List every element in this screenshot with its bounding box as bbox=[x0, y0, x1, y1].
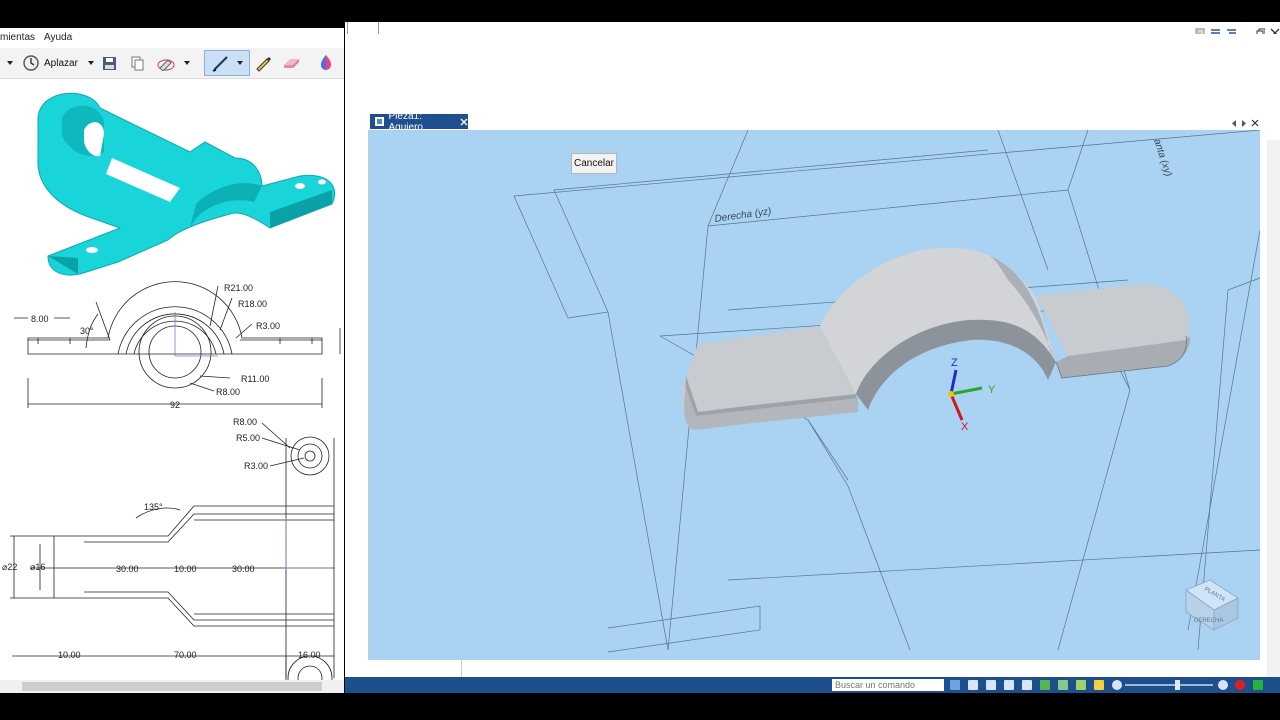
axis-y-label: Y bbox=[988, 384, 996, 396]
save-button[interactable] bbox=[100, 52, 118, 74]
tab-document[interactable]: Pieza1: Agujero bbox=[370, 111, 468, 133]
save-icon bbox=[102, 56, 116, 70]
view-icon[interactable] bbox=[1040, 680, 1050, 690]
dim-dia22: ⌀22 bbox=[2, 562, 17, 572]
pen-tool-button[interactable] bbox=[204, 50, 250, 76]
dim-r18: R18.00 bbox=[238, 299, 267, 309]
zoom-window-icon[interactable] bbox=[968, 680, 978, 690]
scene: Derecha (yz) anta (xy) Z Y X PLANTA DERE… bbox=[513, 130, 1260, 653]
menu-tools[interactable]: mientas bbox=[0, 32, 35, 43]
zoom-out-icon[interactable] bbox=[1112, 680, 1122, 690]
snap-icon[interactable] bbox=[1076, 680, 1086, 690]
postpone-label: Aplazar bbox=[44, 57, 78, 69]
3d-viewport[interactable]: Derecha (yz) anta (xy) Z Y X PLANTA DERE… bbox=[368, 130, 1260, 660]
upload-icon[interactable] bbox=[1253, 680, 1263, 690]
dim-dia16: ⌀16 bbox=[30, 562, 45, 572]
chevron-down-icon bbox=[184, 61, 190, 65]
dim-angle-135: 135° bbox=[144, 502, 163, 512]
pen-icon bbox=[212, 56, 228, 72]
plane-label-right: Derecha (yz) bbox=[714, 206, 772, 225]
drawing-canvas[interactable]: R21.00 R18.00 R3.00 8.00 30° R11.00 R8.0… bbox=[0, 78, 344, 680]
chevron-right-icon[interactable] bbox=[1241, 119, 1247, 127]
postpone-button[interactable]: Aplazar bbox=[22, 52, 96, 74]
zoom-extents-icon[interactable] bbox=[1004, 680, 1014, 690]
plan-view bbox=[10, 422, 335, 680]
dim-10-mid: 10.00 bbox=[174, 564, 197, 574]
cancel-button[interactable]: Cancelar bbox=[571, 153, 617, 174]
dim-30-left: 30.00 bbox=[116, 564, 139, 574]
close-icon[interactable] bbox=[460, 118, 468, 126]
section-dimensions: R21.00 R18.00 R3.00 8.00 30° R11.00 R8.0… bbox=[31, 283, 280, 410]
command-search-input[interactable] bbox=[832, 679, 944, 691]
close-all-icon[interactable] bbox=[1251, 119, 1259, 127]
color-drop-icon bbox=[321, 55, 331, 70]
plane-label-top: anta (xy) bbox=[1151, 138, 1173, 178]
dim-r8: R8.00 bbox=[216, 387, 240, 397]
dim-70: 70.00 bbox=[174, 650, 197, 660]
eraser-cloud-icon bbox=[157, 58, 175, 71]
zoom-slider-thumb[interactable] bbox=[1175, 680, 1180, 690]
menu-help[interactable]: Ayuda bbox=[44, 32, 72, 43]
zoom-icon[interactable] bbox=[986, 680, 996, 690]
color-picker-button[interactable] bbox=[316, 52, 336, 74]
copy-icon bbox=[131, 56, 143, 70]
dim-r8-plan: R8.00 bbox=[233, 417, 257, 427]
viewport-status-area bbox=[368, 660, 1260, 677]
vertical-scrollbar[interactable] bbox=[1267, 140, 1280, 680]
dropdown-arrow[interactable] bbox=[6, 52, 14, 74]
render-icon[interactable] bbox=[1058, 680, 1068, 690]
left-window: mientas Ayuda Aplazar R21.00 R18.00 R3.0… bbox=[0, 28, 344, 693]
viewcube-front-label: DERECHA bbox=[1194, 618, 1223, 624]
axis-z-label: Z bbox=[951, 357, 958, 369]
dim-r21: R21.00 bbox=[224, 283, 253, 293]
scrollbar-thumb[interactable] bbox=[22, 682, 322, 691]
record-icon[interactable] bbox=[1235, 680, 1245, 690]
dim-r11: R11.00 bbox=[241, 374, 269, 384]
menu-bar: mientas Ayuda bbox=[0, 28, 344, 48]
shading-icon[interactable] bbox=[1094, 680, 1104, 690]
plan-dimensions: R8.00 R5.00 R3.00 135° ⌀22 ⌀16 30.00 10.… bbox=[2, 417, 321, 660]
chevron-down-icon bbox=[237, 61, 243, 65]
copy-button[interactable] bbox=[128, 52, 146, 74]
document-tab-strip bbox=[345, 112, 1280, 132]
zoom-slider[interactable] bbox=[1125, 680, 1213, 690]
horizontal-scrollbar[interactable] bbox=[0, 680, 344, 693]
clock-icon bbox=[23, 55, 39, 71]
part-icon bbox=[375, 117, 384, 126]
erase-button[interactable] bbox=[156, 52, 194, 74]
dim-10-bottom: 10.00 bbox=[58, 650, 81, 660]
clamp-part bbox=[681, 247, 1191, 430]
section-view bbox=[14, 281, 341, 408]
dim-angle-30: 30° bbox=[80, 326, 94, 336]
toolbar: Aplazar bbox=[0, 48, 344, 79]
eraser-icon bbox=[284, 59, 299, 68]
chevron-left-icon[interactable] bbox=[1231, 119, 1237, 127]
isometric-model-view bbox=[37, 92, 336, 276]
status-bar bbox=[345, 677, 1280, 693]
highlighter-icon bbox=[256, 57, 271, 72]
chevron-down-icon bbox=[87, 61, 94, 65]
dim-16: 16.00 bbox=[298, 650, 321, 660]
arrow-right-icon[interactable] bbox=[950, 680, 960, 690]
highlighter-button[interactable] bbox=[253, 52, 273, 74]
dim-30-right: 30.00 bbox=[232, 564, 255, 574]
zoom-in-icon[interactable] bbox=[1218, 680, 1228, 690]
dim-r3-plan: R3.00 bbox=[244, 461, 268, 471]
dim-r3: R3.00 bbox=[256, 321, 280, 331]
view-cube[interactable]: PLANTA DERECHA bbox=[1185, 579, 1239, 631]
cad-window: ? Pieza1: Agujero bbox=[345, 22, 1280, 693]
ribbon bbox=[345, 34, 1280, 113]
reference-planes bbox=[513, 130, 1260, 653]
axis-x-label: X bbox=[961, 421, 969, 433]
chevron-down-icon bbox=[7, 61, 13, 65]
tab-controls bbox=[1231, 119, 1259, 127]
dim-8: 8.00 bbox=[31, 314, 49, 324]
dim-r5: R5.00 bbox=[236, 433, 260, 443]
eraser-button[interactable] bbox=[281, 52, 301, 74]
axis-triad: Z Y X bbox=[948, 357, 996, 433]
dim-92: 92 bbox=[170, 400, 180, 410]
pan-icon[interactable] bbox=[1022, 680, 1032, 690]
